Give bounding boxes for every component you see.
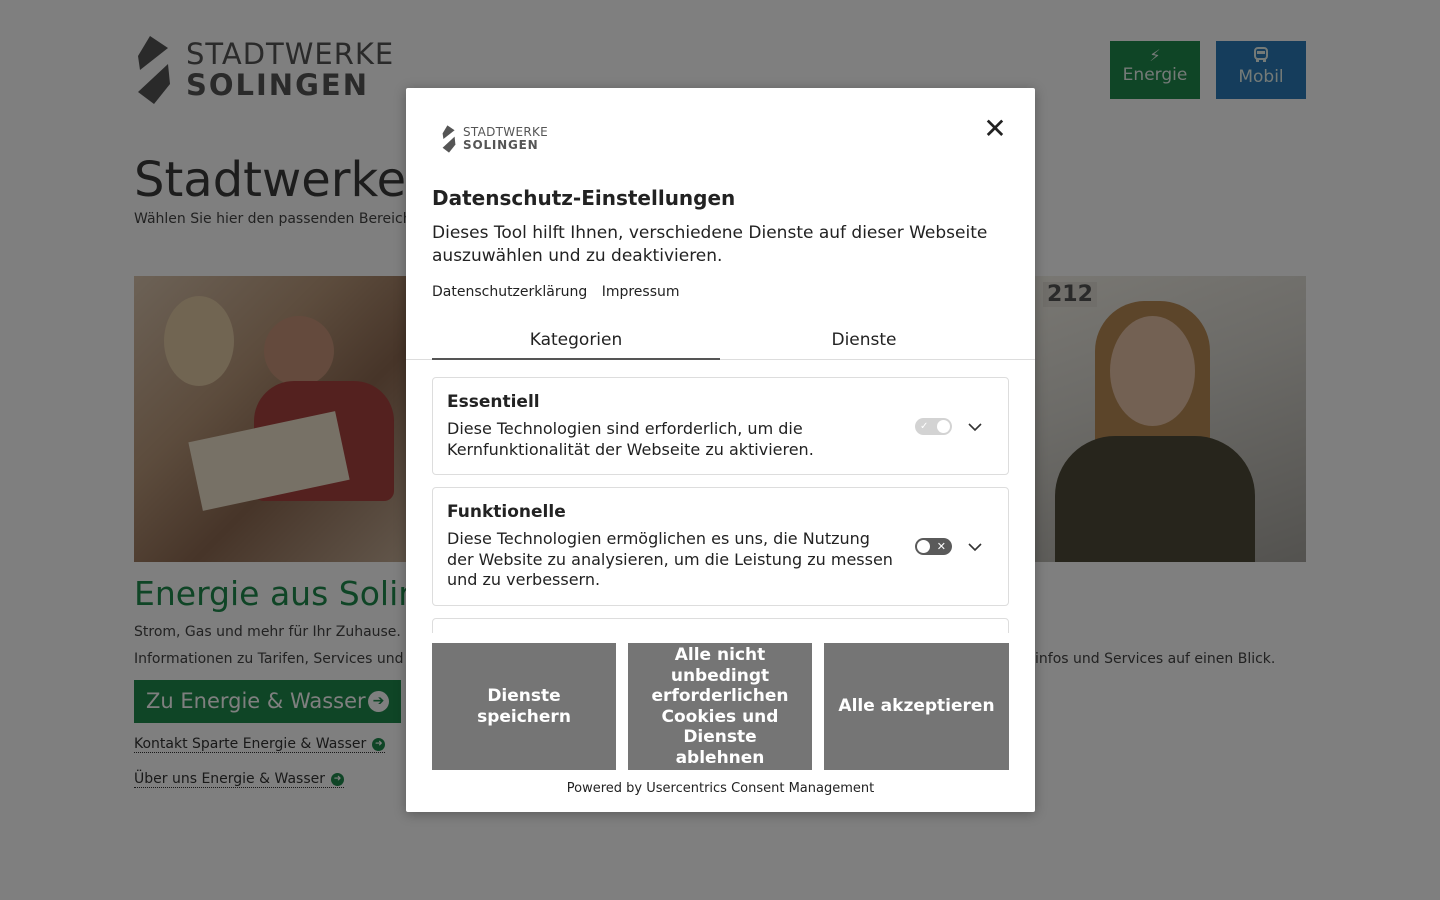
imprint-link[interactable]: Impressum	[602, 284, 680, 300]
essentiell-toggle: ✓	[915, 418, 952, 435]
category-card-next	[432, 618, 1009, 633]
dialog-links: Datenschutzerklärung Impressum	[432, 284, 690, 300]
save-services-button[interactable]: Dienste speichern	[432, 643, 616, 770]
category-list[interactable]: Essentiell Diese Technologien sind erfor…	[406, 361, 1035, 633]
chevron-down-icon[interactable]	[968, 540, 982, 554]
logo-mark-icon	[441, 124, 457, 154]
dialog-description: Dieses Tool hilft Ihnen, verschiedene Di…	[432, 223, 988, 266]
deny-all-button[interactable]: Alle nicht unbedingt erforderlichen Cook…	[628, 643, 812, 770]
category-title: Funktionelle	[447, 502, 566, 522]
close-icon[interactable]: ✕	[982, 115, 1008, 143]
category-title: Essentiell	[447, 392, 540, 412]
x-icon: ✕	[936, 540, 946, 553]
tab-kategorien[interactable]: Kategorien	[432, 326, 720, 360]
dialog-actions: Dienste speichern Alle nicht unbedingt e…	[432, 643, 1009, 770]
category-description: Diese Technologien sind erforderlich, um…	[447, 419, 814, 459]
chevron-down-icon[interactable]	[968, 420, 982, 434]
category-card-essentiell: Essentiell Diese Technologien sind erfor…	[432, 377, 1009, 475]
check-icon: ✓	[920, 421, 929, 432]
dialog-tabs: Kategorien Dienste	[406, 326, 1035, 360]
accept-all-button[interactable]: Alle akzeptieren	[824, 643, 1009, 770]
dialog-title: Datenschutz-Einstellungen	[432, 186, 736, 210]
tab-dienste[interactable]: Dienste	[720, 326, 1008, 360]
category-description: Diese Technologien ermöglichen es uns, d…	[447, 529, 893, 589]
powered-by-text[interactable]: Powered by Usercentrics Consent Manageme…	[406, 781, 1035, 796]
dialog-logo-line2: SOLINGEN	[463, 138, 539, 152]
funktionelle-toggle[interactable]: ✕	[915, 538, 952, 555]
category-card-funktionelle: Funktionelle Diese Technologien ermöglic…	[432, 487, 1009, 606]
dialog-logo: STADTWERKE SOLINGEN	[441, 124, 548, 154]
privacy-policy-link[interactable]: Datenschutzerklärung	[432, 284, 587, 300]
